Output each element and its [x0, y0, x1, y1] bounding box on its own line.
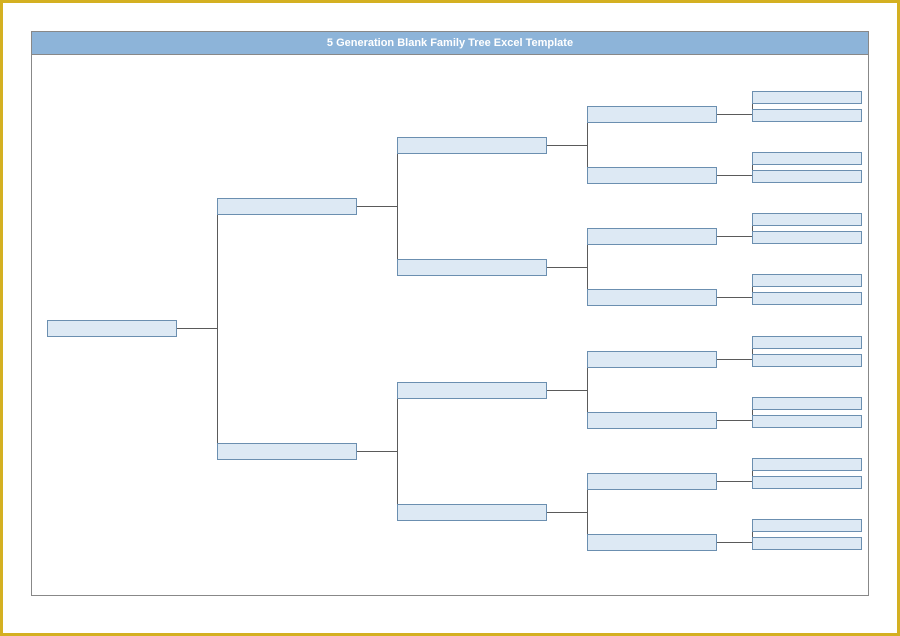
family-node-gen3[interactable]: [397, 137, 547, 154]
family-node-gen5[interactable]: [752, 274, 862, 287]
connector-line: [717, 114, 752, 115]
family-node-gen4[interactable]: [587, 167, 717, 184]
connector-line: [547, 512, 587, 513]
family-node-gen5[interactable]: [752, 213, 862, 226]
connector-line: [547, 390, 587, 391]
family-node-gen1[interactable]: [47, 320, 177, 337]
family-node-gen2[interactable]: [217, 443, 357, 460]
family-node-gen4[interactable]: [587, 412, 717, 429]
connector-line: [717, 236, 752, 237]
connector-line: [357, 206, 397, 207]
tree-area: [32, 55, 868, 595]
family-node-gen3[interactable]: [397, 504, 547, 521]
connector-line: [547, 267, 587, 268]
family-node-gen5[interactable]: [752, 519, 862, 532]
family-node-gen5[interactable]: [752, 336, 862, 349]
connector-line: [717, 420, 752, 421]
chart-title: 5 Generation Blank Family Tree Excel Tem…: [32, 32, 868, 55]
family-node-gen4[interactable]: [587, 351, 717, 368]
family-node-gen5[interactable]: [752, 109, 862, 122]
connector-line: [397, 451, 398, 512]
family-node-gen4[interactable]: [587, 106, 717, 123]
connector-line: [357, 451, 397, 452]
family-node-gen4[interactable]: [587, 289, 717, 306]
family-node-gen5[interactable]: [752, 476, 862, 489]
connector-line: [217, 206, 218, 328]
family-node-gen5[interactable]: [752, 415, 862, 428]
connector-line: [547, 145, 587, 146]
family-node-gen2[interactable]: [217, 198, 357, 215]
connector-line: [717, 481, 752, 482]
connector-line: [397, 145, 398, 206]
family-node-gen5[interactable]: [752, 91, 862, 104]
connector-line: [717, 175, 752, 176]
family-node-gen5[interactable]: [752, 458, 862, 471]
family-node-gen5[interactable]: [752, 170, 862, 183]
family-node-gen5[interactable]: [752, 397, 862, 410]
connector-line: [217, 328, 218, 451]
connector-line: [397, 206, 398, 267]
family-node-gen5[interactable]: [752, 231, 862, 244]
connector-line: [177, 328, 217, 329]
connector-line: [717, 359, 752, 360]
family-node-gen5[interactable]: [752, 292, 862, 305]
family-node-gen3[interactable]: [397, 259, 547, 276]
family-node-gen4[interactable]: [587, 534, 717, 551]
family-node-gen5[interactable]: [752, 152, 862, 165]
family-node-gen4[interactable]: [587, 473, 717, 490]
family-node-gen3[interactable]: [397, 382, 547, 399]
family-tree-container: 5 Generation Blank Family Tree Excel Tem…: [31, 31, 869, 596]
family-node-gen4[interactable]: [587, 228, 717, 245]
connector-line: [397, 390, 398, 451]
connector-line: [717, 297, 752, 298]
connector-line: [717, 542, 752, 543]
family-node-gen5[interactable]: [752, 354, 862, 367]
family-node-gen5[interactable]: [752, 537, 862, 550]
